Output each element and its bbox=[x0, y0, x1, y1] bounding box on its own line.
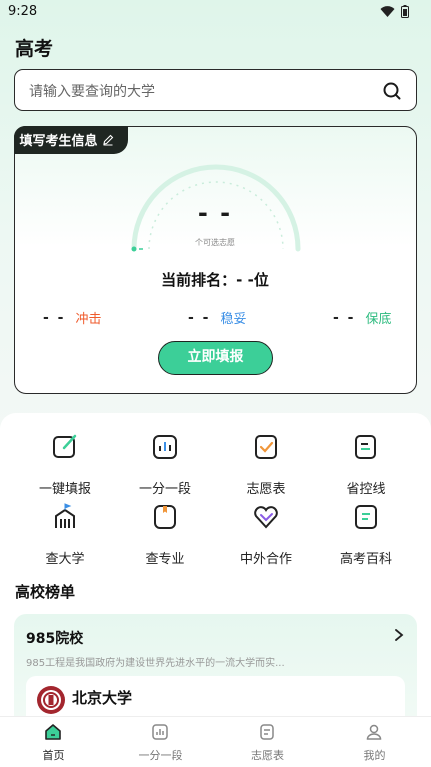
gauge-caption: 个可选志愿 bbox=[195, 238, 235, 247]
bar-chart-icon bbox=[152, 724, 168, 740]
nav-score-segment[interactable]: 一分一段 bbox=[107, 717, 214, 767]
ranking-card-title: 985院校 bbox=[26, 631, 84, 647]
feature-score-segment[interactable]: 一分一段 bbox=[115, 433, 215, 497]
gauge-value: - - bbox=[197, 199, 233, 227]
feature-find-major[interactable]: 查专业 bbox=[115, 503, 215, 567]
checklist-icon bbox=[260, 724, 274, 740]
status-time: 9:28 bbox=[8, 4, 38, 19]
book-icon bbox=[355, 505, 377, 529]
stat-rush-label: 冲击 bbox=[75, 312, 102, 327]
current-rank: 当前排名：- -位 bbox=[161, 271, 269, 289]
home-icon bbox=[45, 724, 61, 740]
nav-home[interactable]: 首页 bbox=[0, 717, 107, 767]
university-name: 北京大学 bbox=[72, 689, 133, 707]
nav-label: 志愿表 bbox=[251, 749, 284, 762]
status-bar: 9:28 bbox=[0, 0, 431, 26]
ranking-card-desc: 985工程是我国政府为建设世界先进水平的一流大学而实... bbox=[26, 658, 285, 669]
nav-label: 一分一段 bbox=[138, 749, 183, 762]
feature-label: 一分一段 bbox=[138, 482, 191, 497]
feature-label: 一键填报 bbox=[38, 482, 91, 497]
stat-fallback: - - 保底 bbox=[333, 308, 392, 328]
checklist-icon bbox=[255, 435, 277, 459]
main-panel: 一键填报 一分一段 志愿表 省控线 查大学 查专业 中外合作 高考百科 高校榜单… bbox=[0, 413, 431, 744]
nav-mine[interactable]: 我的 bbox=[321, 717, 428, 767]
heart-icon bbox=[254, 506, 278, 529]
document-icon bbox=[355, 435, 376, 459]
bottom-nav: 首页 一分一段 志愿表 我的 bbox=[0, 716, 431, 767]
search-input[interactable]: 请输入要查询的大学 bbox=[14, 69, 417, 111]
feature-label: 高考百科 bbox=[339, 552, 392, 567]
nav-label: 首页 bbox=[42, 749, 65, 762]
feature-label: 查大学 bbox=[45, 552, 85, 567]
feature-label: 中外合作 bbox=[239, 552, 292, 567]
feature-control-line[interactable]: 省控线 bbox=[316, 433, 416, 497]
stat-safe-label: 稳妥 bbox=[220, 312, 247, 327]
rankings-section-title: 高校榜单 bbox=[15, 583, 76, 601]
bar-chart-icon bbox=[153, 435, 177, 459]
search-placeholder: 请输入要查询的大学 bbox=[29, 84, 155, 100]
page-title: 高考 bbox=[15, 38, 54, 60]
stat-safe: - - 稳妥 bbox=[188, 308, 247, 328]
user-icon bbox=[366, 724, 382, 740]
battery-icon bbox=[401, 5, 409, 18]
feature-one-click-fill[interactable]: 一键填报 bbox=[15, 433, 115, 497]
candidate-info-card: 填写考生信息 - - 个可选志愿 当前排名：- -位 - - 冲击 - - 稳妥… bbox=[13, 125, 417, 394]
stat-fallback-label: 保底 bbox=[365, 312, 392, 327]
stat-safe-value: - - bbox=[188, 309, 211, 326]
search-icon[interactable] bbox=[382, 81, 402, 101]
edit-icon bbox=[53, 434, 77, 458]
wifi-icon bbox=[380, 6, 395, 17]
fill-now-button[interactable]: 立即填报 bbox=[158, 341, 273, 375]
feature-international-coop[interactable]: 中外合作 bbox=[216, 503, 316, 567]
nav-label: 我的 bbox=[363, 749, 386, 762]
chevron-right-icon[interactable] bbox=[393, 628, 405, 642]
nav-volunteer-table[interactable]: 志愿表 bbox=[214, 717, 321, 767]
bookmark-icon bbox=[154, 505, 176, 529]
status-icons bbox=[380, 5, 409, 18]
feature-label: 查专业 bbox=[145, 552, 185, 567]
fill-info-tag[interactable]: 填写考生信息 bbox=[13, 125, 128, 154]
fill-info-label: 填写考生信息 bbox=[19, 134, 98, 149]
feature-find-university[interactable]: 查大学 bbox=[15, 503, 115, 567]
feature-label: 省控线 bbox=[346, 482, 386, 497]
university-icon bbox=[55, 503, 75, 528]
feature-volunteer-table[interactable]: 志愿表 bbox=[216, 433, 316, 497]
feature-label: 志愿表 bbox=[246, 482, 286, 497]
university-logo-icon bbox=[37, 686, 65, 714]
pencil-icon bbox=[102, 134, 113, 145]
feature-gaokao-wiki[interactable]: 高考百科 bbox=[316, 503, 416, 567]
stat-fallback-value: - - bbox=[333, 309, 356, 326]
stat-rush-value: - - bbox=[43, 309, 66, 326]
stat-rush: - - 冲击 bbox=[43, 308, 102, 328]
